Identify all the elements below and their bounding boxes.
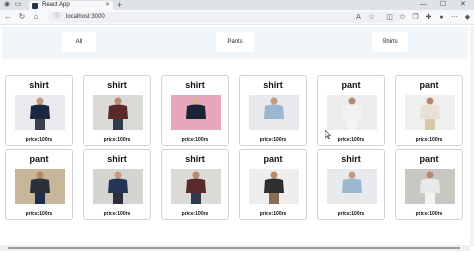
- react-favicon-icon: [32, 2, 38, 9]
- filter-shirts-button[interactable]: Shirts: [372, 32, 408, 52]
- product-price: price:100rs: [181, 211, 209, 217]
- product-price: price:100rs: [415, 211, 443, 217]
- favorites-icon[interactable]: ✩: [398, 13, 407, 22]
- close-window-button[interactable]: ✕: [460, 0, 466, 10]
- product-image[interactable]: [93, 95, 143, 130]
- new-tab-button[interactable]: +: [117, 0, 122, 10]
- address-bar[interactable]: ⓘ localhost:3000: [48, 12, 402, 23]
- product-image[interactable]: [249, 95, 299, 130]
- product-price: price:100rs: [181, 137, 209, 143]
- product-image[interactable]: [15, 95, 65, 130]
- product-card[interactable]: pant price:100rs: [239, 149, 307, 220]
- product-price: price:100rs: [259, 211, 287, 217]
- profile-icon[interactable]: ◉: [3, 1, 11, 9]
- vertical-scrollbar[interactable]: [470, 26, 474, 246]
- close-tab-icon[interactable]: ✕: [105, 1, 110, 10]
- site-info-icon[interactable]: ⓘ: [54, 12, 60, 23]
- horizontal-scrollbar[interactable]: [0, 245, 470, 251]
- extensions-icon[interactable]: ✚: [424, 13, 433, 22]
- product-title: shirt: [107, 154, 127, 164]
- product-card[interactable]: shirt price:100rs: [161, 149, 229, 220]
- product-card[interactable]: shirt price:100rs: [317, 149, 385, 220]
- home-icon[interactable]: ⌂: [31, 12, 41, 22]
- browser-tab-strip: ◉ ▭ React App ✕ + — ☐ ✕: [0, 0, 474, 10]
- product-image[interactable]: [171, 95, 221, 130]
- filter-pants-button[interactable]: Pants: [216, 32, 254, 52]
- product-card[interactable]: pant price:100rs: [5, 149, 73, 220]
- product-image[interactable]: [171, 169, 221, 204]
- tab-title: React App: [42, 2, 70, 8]
- scrollbar-thumb[interactable]: [8, 247, 460, 249]
- product-title: pant: [341, 80, 361, 90]
- profile-avatar-icon[interactable]: ●: [437, 13, 446, 22]
- product-price: price:100rs: [337, 211, 365, 217]
- product-price: price:100rs: [415, 137, 443, 143]
- product-card[interactable]: shirt price:100rs: [161, 75, 229, 146]
- product-title: shirt: [29, 80, 49, 90]
- product-title: pant: [419, 154, 439, 164]
- back-icon[interactable]: ←: [3, 12, 13, 22]
- product-title: shirt: [185, 154, 205, 164]
- read-aloud-icon[interactable]: A: [354, 13, 363, 22]
- product-price: price:100rs: [25, 137, 53, 143]
- copilot-icon[interactable]: ◆: [463, 13, 472, 22]
- product-title: shirt: [107, 80, 127, 90]
- browser-tab[interactable]: React App ✕: [29, 1, 113, 10]
- product-image[interactable]: [405, 169, 455, 204]
- product-image[interactable]: [327, 95, 377, 130]
- product-image[interactable]: [327, 169, 377, 204]
- product-card[interactable]: pant price:100rs: [395, 149, 463, 220]
- product-price: price:100rs: [103, 137, 131, 143]
- product-title: shirt: [263, 80, 283, 90]
- more-menu-icon[interactable]: ⋯: [450, 13, 459, 22]
- product-price: price:100rs: [103, 211, 131, 217]
- product-image[interactable]: [405, 95, 455, 130]
- split-screen-icon[interactable]: ◫: [385, 13, 394, 22]
- product-price: price:100rs: [25, 211, 53, 217]
- product-title: pant: [29, 154, 49, 164]
- product-image[interactable]: [249, 169, 299, 204]
- product-title: shirt: [185, 80, 205, 90]
- refresh-icon[interactable]: ↻: [17, 12, 27, 22]
- product-price: price:100rs: [259, 137, 287, 143]
- product-card[interactable]: shirt price:100rs: [5, 75, 73, 146]
- product-card[interactable]: pant price:100rs: [395, 75, 463, 146]
- filter-all-button[interactable]: All: [62, 32, 96, 52]
- address-toolbar: ← ↻ ⌂ ⓘ localhost:3000 A ☆ ◫ ✩ ❐ ✚ ● ⋯ ◆: [0, 10, 474, 25]
- minimize-button[interactable]: —: [420, 0, 427, 10]
- mouse-cursor-icon: [325, 130, 331, 139]
- maximize-button[interactable]: ☐: [440, 0, 446, 10]
- product-title: pant: [419, 80, 439, 90]
- product-title: shirt: [341, 154, 361, 164]
- product-card[interactable]: shirt price:100rs: [83, 75, 151, 146]
- product-image[interactable]: [93, 169, 143, 204]
- product-image[interactable]: [15, 169, 65, 204]
- product-title: pant: [263, 154, 283, 164]
- collections-icon[interactable]: ❐: [411, 13, 420, 22]
- url-text: localhost:3000: [66, 14, 105, 20]
- product-card[interactable]: shirt price:100rs: [83, 149, 151, 220]
- workspaces-icon[interactable]: ▭: [14, 1, 22, 9]
- favorite-star-icon[interactable]: ☆: [367, 13, 376, 22]
- product-card[interactable]: shirt price:100rs: [239, 75, 307, 146]
- filter-bar: All Pants Shirts: [2, 27, 468, 59]
